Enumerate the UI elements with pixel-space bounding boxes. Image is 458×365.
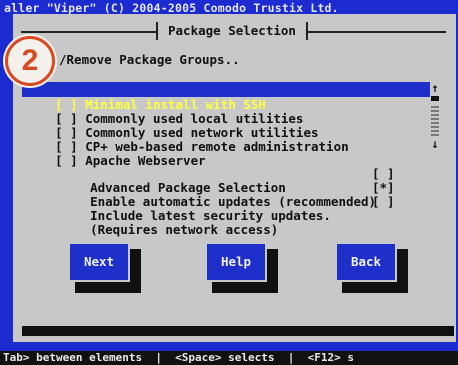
- list-item[interactable]: [ ] CP+ web-based remote administration: [22, 124, 430, 154]
- step-number: 2: [21, 44, 39, 77]
- list-item[interactable]: [ ] Commonly used local utilities: [22, 96, 430, 126]
- key-hints: Tab> between elements | <Space> selects …: [3, 351, 354, 364]
- step-badge: 2: [5, 36, 55, 86]
- next-button[interactable]: Next: [68, 242, 130, 282]
- list-item[interactable]: [ ] Minimal install with SSH: [22, 82, 430, 112]
- down-arrow-icon[interactable]: ↓: [430, 138, 440, 150]
- option-advanced-selection[interactable]: Advanced Package Selection [ ]: [60, 167, 400, 195]
- option-checkbox[interactable]: [ ]: [372, 195, 395, 209]
- up-arrow-icon[interactable]: ↑: [430, 82, 440, 94]
- list-item[interactable]: [ ] Apache Webserver: [22, 138, 430, 168]
- help-button[interactable]: Help: [205, 242, 267, 282]
- checkbox[interactable]: [ ]: [55, 153, 78, 168]
- option-security-updates[interactable]: Include latest security updates. [ ]: [60, 195, 400, 223]
- scroll-thumb[interactable]: [431, 96, 439, 101]
- scroll-track[interactable]: [431, 106, 439, 136]
- option-automatic-updates[interactable]: Enable automatic updates (recommended) […: [60, 181, 400, 209]
- list-item-label: Apache Webserver: [85, 153, 206, 168]
- option-checkbox[interactable]: [ ]: [372, 167, 395, 181]
- list-scrollbar[interactable]: ↑ ↓: [430, 82, 440, 150]
- section-heading: /Remove Package Groups..: [59, 52, 240, 67]
- option-note-text: (Requires network access): [90, 222, 279, 237]
- option-checkbox[interactable]: [*]: [372, 181, 395, 195]
- top-title-bar: aller "Viper" (C) 2004-2005 Comodo Trust…: [0, 0, 458, 15]
- status-bar: Tab> between elements | <Space> selects …: [0, 351, 458, 365]
- list-item[interactable]: [ ] Commonly used network utilities: [22, 110, 430, 140]
- option-note: (Requires network access): [60, 209, 400, 237]
- installer-title: aller "Viper" (C) 2004-2005 Comodo Trust…: [4, 1, 339, 15]
- dialog-title: Package Selection: [156, 22, 308, 40]
- back-button[interactable]: Back: [335, 242, 397, 282]
- dialog-shadow: [22, 326, 454, 336]
